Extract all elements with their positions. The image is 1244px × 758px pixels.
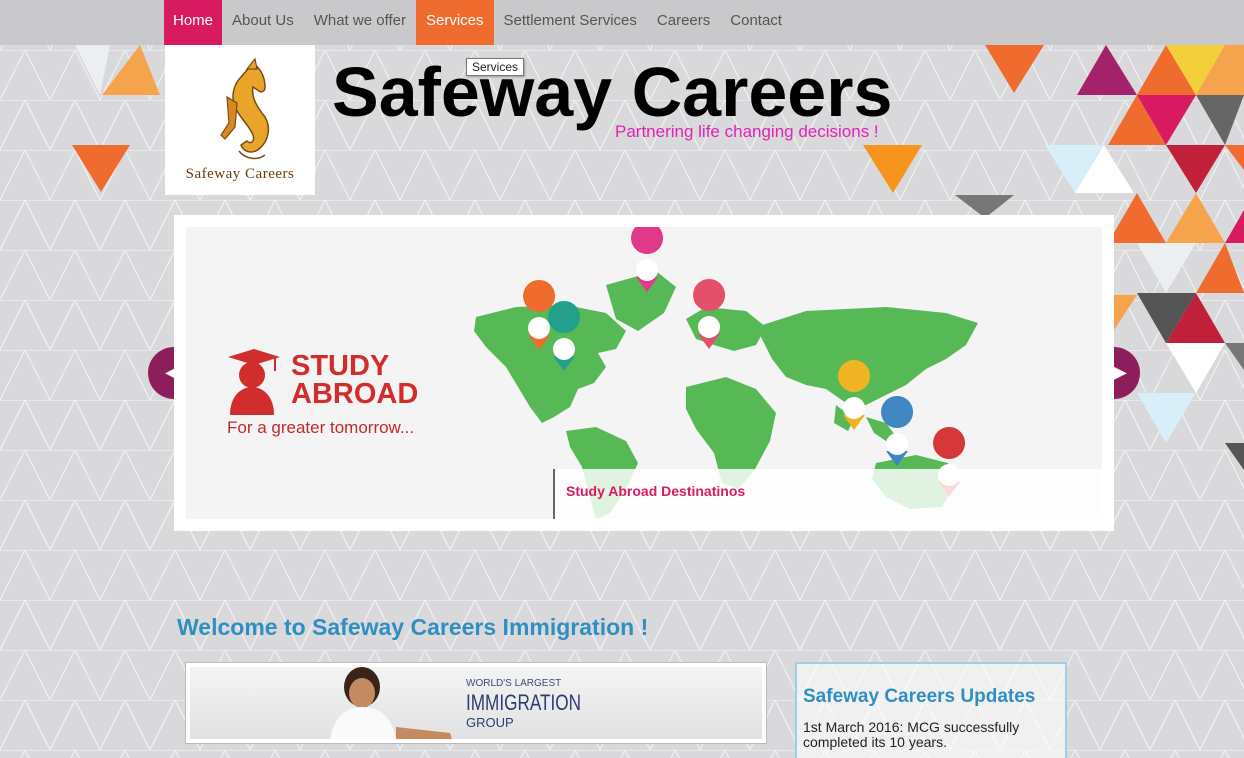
hero-slider: STUDY ABROAD For a greater tomorrow... S… [174, 215, 1114, 531]
services-tooltip: Services [466, 58, 525, 76]
nav-item-services[interactable]: Services [415, 0, 494, 45]
site-title: Safeway Careers [332, 53, 893, 131]
nav-item-home[interactable]: Home [164, 0, 223, 45]
site-tagline: Partnering life changing decisions ! [615, 122, 879, 141]
welcome-heading: Welcome to Safeway Careers Immigration ! [177, 614, 649, 640]
site-logo[interactable]: Safeway Careers [165, 45, 315, 195]
slide-caption-text: Study Abroad Destinatinos [566, 483, 746, 499]
woman-photo-icon [330, 667, 452, 739]
banner-line-2: IMMIGRATION [466, 690, 582, 715]
logo-text: Safeway Careers [185, 166, 295, 182]
immigration-banner[interactable]: WORLD'S LARGEST IMMIGRATION GROUP [185, 662, 767, 744]
headline-line-1: STUDY [291, 350, 390, 382]
nav-item-settlement-services[interactable]: Settlement Services [494, 0, 647, 45]
nav-item-careers[interactable]: Careers [647, 0, 720, 45]
chevron-right-icon: ▶ [1113, 362, 1127, 382]
updates-text: 1st March 2016: MCG successfully complet… [803, 719, 1020, 750]
nav-item-about-us[interactable]: About Us [222, 0, 304, 45]
updates-panel: Safeway Careers Updates 1st March 2016: … [795, 662, 1067, 758]
top-navigation: Home About Us What we offer Services Set… [0, 0, 1244, 45]
nav-item-contact[interactable]: Contact [720, 0, 792, 45]
slide-caption[interactable]: Study Abroad Destinatinos [553, 469, 1102, 519]
nav-menu: Home About Us What we offer Services Set… [164, 0, 792, 45]
slide-study-abroad[interactable]: STUDY ABROAD For a greater tomorrow... S… [186, 227, 1102, 519]
headline-line-2: ABROAD [291, 378, 419, 410]
banner-line-3: GROUP [466, 715, 514, 730]
slide-headline: STUDY ABROAD [291, 350, 419, 410]
nav-item-what-we-offer[interactable]: What we offer [304, 0, 416, 45]
horse-logo-icon [220, 57, 270, 160]
banner-image: WORLD'S LARGEST IMMIGRATION GROUP [190, 667, 762, 739]
updates-title: Safeway Careers Updates [803, 686, 1036, 707]
banner-line-1: WORLD'S LARGEST [466, 678, 562, 689]
slide-subline: For a greater tomorrow... [227, 418, 415, 437]
